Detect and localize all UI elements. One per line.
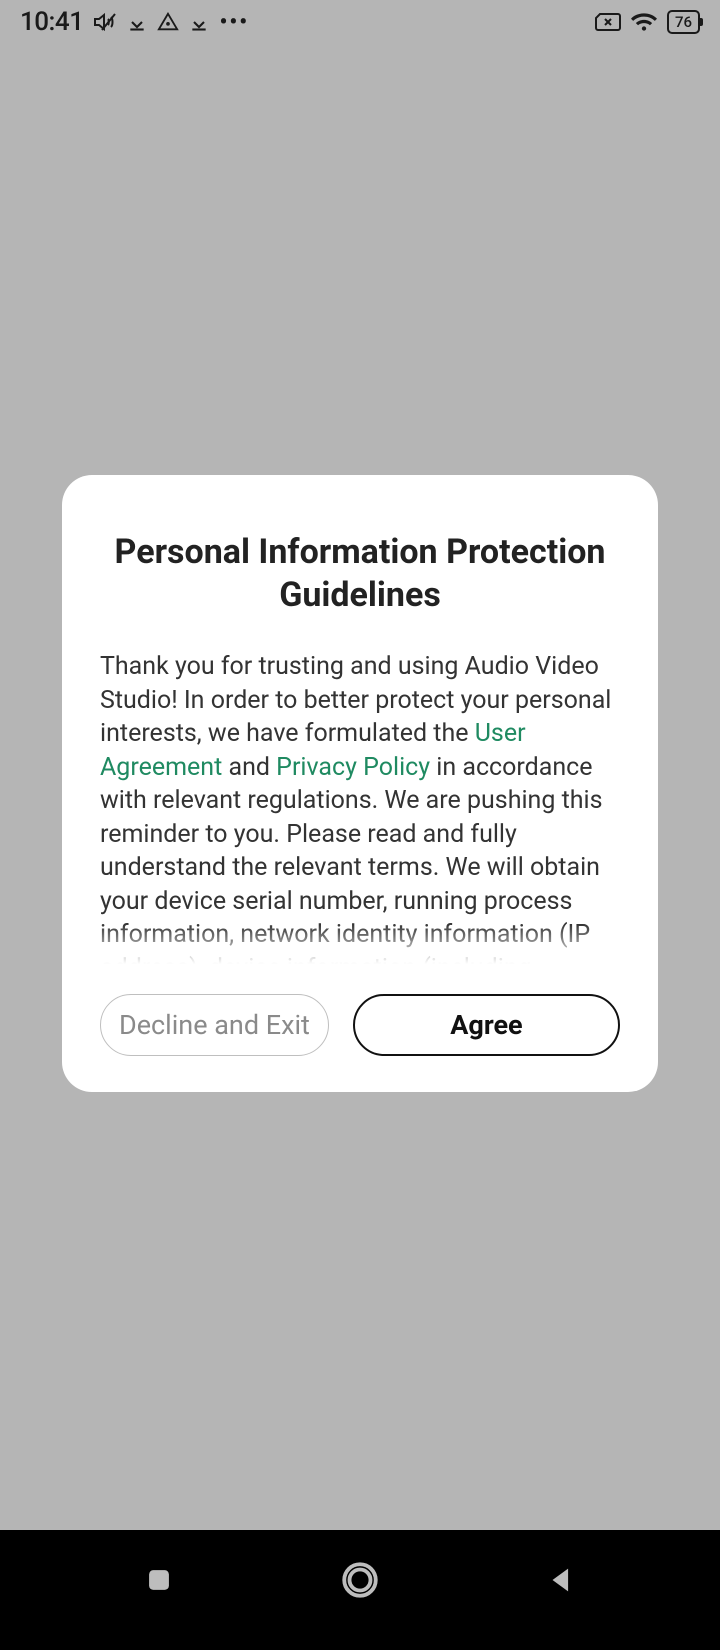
dialog-title: Personal Information Protection Guidelin… xyxy=(100,531,620,616)
navigation-bar xyxy=(0,1530,720,1650)
status-left-group: 10:41 ••• xyxy=(20,7,249,37)
status-bar: 10:41 ••• xyxy=(0,0,720,44)
home-button[interactable] xyxy=(339,1559,381,1601)
triangle-alert-icon xyxy=(157,11,179,33)
body-text-pre: Thank you for trusting and using Audio V… xyxy=(100,652,611,748)
dialog-actions: Decline and Exit Agree xyxy=(100,994,620,1056)
mute-icon xyxy=(93,10,117,34)
dialog-body-scroll[interactable]: Thank you for trusting and using Audio V… xyxy=(100,650,620,964)
card-x-icon xyxy=(595,12,621,32)
wifi-icon xyxy=(631,11,657,33)
status-right-group: 76 xyxy=(595,10,700,34)
agree-button[interactable]: Agree xyxy=(353,994,620,1056)
decline-button[interactable]: Decline and Exit xyxy=(100,994,329,1056)
download-icon xyxy=(127,12,147,32)
privacy-policy-link[interactable]: Privacy Policy xyxy=(276,753,430,782)
body-text-post: in accordance with relevant regulations.… xyxy=(100,753,603,965)
battery-indicator: 76 xyxy=(667,10,700,34)
dialog-body-text: Thank you for trusting and using Audio V… xyxy=(100,650,620,964)
privacy-dialog: Personal Information Protection Guidelin… xyxy=(62,475,658,1092)
download-icon-2 xyxy=(189,12,209,32)
back-button[interactable] xyxy=(544,1563,578,1597)
body-text-and: and xyxy=(222,753,276,782)
status-time: 10:41 xyxy=(20,7,83,37)
battery-percent: 76 xyxy=(675,13,692,31)
more-icon: ••• xyxy=(219,10,249,35)
recent-apps-button[interactable] xyxy=(142,1563,176,1597)
